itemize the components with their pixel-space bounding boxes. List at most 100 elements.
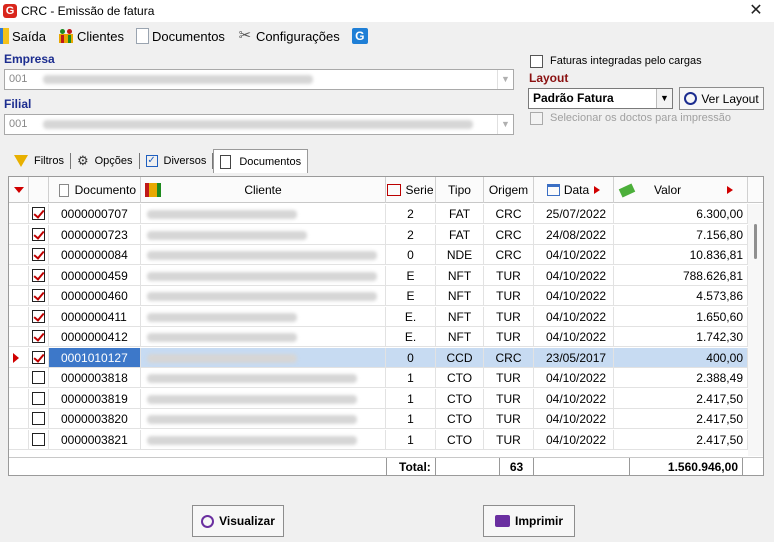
- cell-data: 23/05/2017: [534, 347, 614, 368]
- sort-indicator-icon[interactable]: [9, 177, 29, 203]
- redacted-cliente: [147, 312, 297, 322]
- row-indicator-cell: [9, 245, 29, 265]
- cell-tipo: FAT: [436, 204, 484, 224]
- cell-tipo: CTO: [436, 409, 484, 429]
- header-serie[interactable]: Serie: [386, 177, 436, 203]
- header-tipo[interactable]: Tipo: [436, 177, 484, 203]
- table-row[interactable]: 0000003820 1 CTO TUR 04/10/2022 2.417,50: [9, 409, 748, 429]
- documents-grid[interactable]: Documento Cliente Serie Tipo Origem Data…: [8, 176, 764, 476]
- menu-saida[interactable]: Saída: [0, 28, 46, 44]
- table-row[interactable]: 0000003818 1 CTO TUR 04/10/2022 2.388,49: [9, 368, 748, 388]
- cell-origem: CRC: [484, 224, 534, 245]
- table-row[interactable]: 0000000459 E NFT TUR 04/10/2022 788.626,81: [9, 265, 748, 286]
- row-checkbox-cell: [29, 306, 49, 327]
- row-checkbox[interactable]: [32, 227, 45, 241]
- row-checkbox[interactable]: [32, 350, 45, 364]
- row-checkbox-cell: [29, 204, 49, 224]
- vertical-scrollbar[interactable]: [748, 204, 763, 456]
- ver-layout-button[interactable]: Ver Layout: [679, 87, 764, 110]
- row-checkbox-cell: [29, 224, 49, 245]
- imprimir-button[interactable]: Imprimir: [483, 505, 575, 537]
- table-row[interactable]: 0001010127 0 CCD CRC 23/05/2017 400,00: [9, 347, 748, 368]
- title-bar: G CRC - Emissão de fatura ✕: [0, 0, 774, 22]
- filter-icon: [14, 155, 28, 167]
- cell-origem: TUR: [484, 286, 534, 306]
- total-count: 63: [499, 458, 534, 475]
- close-icon[interactable]: ✕: [746, 1, 766, 21]
- table-row[interactable]: 0000000723 2 FAT CRC 24/08/2022 7.156,80: [9, 224, 748, 245]
- tab-diversos-label: Diversos: [163, 155, 207, 167]
- menu-clientes[interactable]: Clientes: [58, 28, 124, 44]
- row-checkbox[interactable]: [32, 412, 45, 425]
- cell-documento: 0000000411: [49, 306, 141, 327]
- selecionar-label: Selecionar os doctos para impressão: [550, 112, 731, 124]
- layout-combo[interactable]: Padrão Fatura ▼: [528, 88, 673, 109]
- table-row[interactable]: 0000000084 0 NDE CRC 04/10/2022 10.836,81: [9, 245, 748, 265]
- chevron-down-icon[interactable]: ▼: [497, 70, 513, 89]
- faturas-integradas-checkbox[interactable]: [530, 55, 543, 68]
- row-indicator-cell: [9, 286, 29, 306]
- row-checkbox[interactable]: [32, 391, 45, 405]
- row-checkbox[interactable]: [32, 371, 45, 384]
- row-checkbox[interactable]: [32, 432, 45, 446]
- menu-saida-label: Saída: [12, 28, 46, 44]
- cell-origem: CRC: [484, 245, 534, 265]
- header-check[interactable]: [29, 177, 49, 203]
- header-data[interactable]: Data: [534, 177, 614, 203]
- redacted-cliente: [147, 210, 297, 219]
- row-indicator-cell: [9, 204, 29, 224]
- empresa-combo[interactable]: 001 ▼: [4, 69, 514, 90]
- tab-opcoes[interactable]: ⚙ Opções: [71, 150, 139, 172]
- cell-documento: 0000003821: [49, 429, 141, 450]
- visualizar-button[interactable]: Visualizar: [192, 505, 284, 537]
- grid-header: Documento Cliente Serie Tipo Origem Data…: [9, 177, 763, 203]
- tab-diversos[interactable]: ✓ Diversos: [140, 150, 213, 172]
- header-origem[interactable]: Origem: [484, 177, 534, 203]
- cell-data: 04/10/2022: [534, 265, 614, 286]
- tab-documentos[interactable]: Documentos: [213, 149, 309, 173]
- clients-icon: [58, 29, 73, 43]
- chevron-down-icon[interactable]: ▼: [656, 89, 672, 108]
- cell-data: 04/10/2022: [534, 245, 614, 265]
- table-row[interactable]: 0000003819 1 CTO TUR 04/10/2022 2.417,50: [9, 388, 748, 409]
- menu-configuracoes[interactable]: ✂ Configurações: [237, 28, 340, 44]
- cell-serie: 2: [386, 224, 436, 245]
- filial-combo[interactable]: 001 ▼: [4, 114, 514, 135]
- cell-data: 04/10/2022: [534, 306, 614, 327]
- chevron-down-icon[interactable]: ▼: [497, 115, 513, 134]
- row-checkbox[interactable]: [32, 309, 45, 323]
- menu-info[interactable]: G: [351, 28, 371, 44]
- redacted-cliente: [147, 415, 357, 424]
- header-cliente[interactable]: Cliente: [141, 177, 386, 203]
- row-checkbox[interactable]: [32, 289, 45, 302]
- tab-opcoes-label: Opções: [94, 155, 133, 167]
- window-title: CRC - Emissão de fatura: [21, 4, 155, 18]
- row-checkbox[interactable]: [32, 330, 45, 343]
- row-indicator-cell: [9, 224, 29, 245]
- cell-tipo: NFT: [436, 327, 484, 347]
- table-row[interactable]: 0000000460 E NFT TUR 04/10/2022 4.573,86: [9, 286, 748, 306]
- money-icon: [618, 182, 636, 198]
- selecionar-checkbox[interactable]: [530, 112, 543, 125]
- row-checkbox[interactable]: [32, 268, 45, 282]
- cell-origem: CRC: [484, 347, 534, 368]
- table-row[interactable]: 0000000412 E. NFT TUR 04/10/2022 1.742,30: [9, 327, 748, 347]
- table-row[interactable]: 0000003821 1 CTO TUR 04/10/2022 2.417,50: [9, 429, 748, 450]
- row-checkbox[interactable]: [32, 248, 45, 261]
- grid-footer: Total: 63 1.560.946,00: [9, 457, 763, 475]
- cell-tipo: NFT: [436, 306, 484, 327]
- header-valor[interactable]: Valor: [614, 177, 748, 203]
- serie-icon: [387, 184, 402, 196]
- cell-valor: 2.417,50: [614, 409, 748, 429]
- cell-serie: 0: [386, 245, 436, 265]
- cell-valor: 4.573,86: [614, 286, 748, 306]
- menu-documentos[interactable]: Documentos: [135, 28, 225, 44]
- header-documento[interactable]: Documento: [49, 177, 141, 203]
- redacted-cliente: [147, 374, 357, 383]
- scrollbar-thumb[interactable]: [754, 224, 757, 259]
- table-row[interactable]: 0000000411 E. NFT TUR 04/10/2022 1.650,60: [9, 306, 748, 327]
- redacted-cliente: [147, 333, 297, 342]
- row-checkbox[interactable]: [32, 207, 45, 220]
- table-row[interactable]: 0000000707 2 FAT CRC 25/07/2022 6.300,00: [9, 204, 748, 224]
- tab-filtros[interactable]: Filtros: [8, 150, 70, 172]
